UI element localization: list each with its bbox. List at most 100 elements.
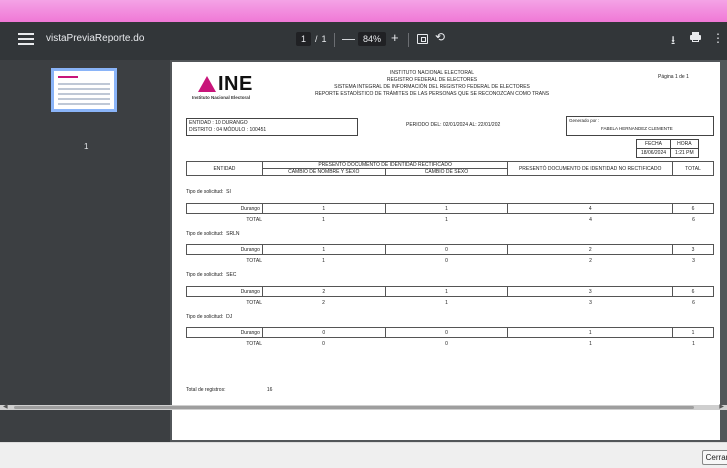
col-total: TOTAL (672, 161, 714, 176)
pdf-viewer: vistaPreviaReporte.do 1 / 1 — 84% + ⟲ ⭳ … (0, 22, 727, 442)
tipo-label: Tipo de solicitud: (186, 231, 224, 237)
menu-icon[interactable] (18, 33, 34, 47)
tipo-label: Tipo de solicitud: (186, 314, 224, 320)
total-registros: Total de registros: 16 (186, 387, 272, 393)
periodo-al: AL: (469, 122, 477, 128)
toolbar-divider (408, 33, 409, 47)
page-number-label: Página 1 de 1 (658, 74, 689, 80)
total-cambio-sexo: 0 (445, 341, 448, 347)
total-total: 1 (692, 341, 695, 347)
horizontal-scrollbar[interactable]: ◀ ▶ (0, 403, 727, 410)
generado-label: Generado por : (569, 118, 600, 123)
thumb-line (58, 76, 78, 78)
col-cambio-sexo: CAMBIO DE SEXO (384, 168, 509, 176)
cell-cambio-nombre: 1 (261, 203, 386, 214)
total-row: TOTAL 1 0 2 3 (186, 258, 714, 264)
total-row: TOTAL 0 0 1 1 (186, 341, 714, 347)
cell-cambio-sexo: 1 (384, 203, 509, 214)
cell-cambio-nombre: 1 (261, 244, 386, 255)
scroll-left-icon[interactable]: ◀ (3, 403, 8, 410)
cell-cambio-nombre: 0 (261, 327, 386, 338)
total-cambio-nombre: 2 (322, 300, 325, 306)
total-row: TOTAL 1 1 4 6 (186, 217, 714, 223)
tipo-solicitud: Tipo de solicitud: SRLN (186, 231, 239, 237)
thumbnail-page-number: 1 (84, 142, 89, 151)
cell-cambio-nombre: 2 (261, 286, 386, 297)
fit-page-icon[interactable] (417, 34, 428, 44)
generado-name: FABELA HERNANDEZ CLEMENTE (601, 126, 673, 131)
total-no-rectificado: 2 (589, 258, 592, 264)
col-no-rectificado: PRESENTÓ DOCUMENTO DE IDENTIDAD NO RECTI… (507, 161, 674, 176)
print-icon[interactable] (690, 32, 701, 42)
thumbnail-sidebar: 1 (0, 60, 170, 442)
report-header: INSTITUTO NACIONAL ELECTORAL REGISTRO FE… (282, 70, 582, 98)
cell-cambio-sexo: 1 (384, 286, 509, 297)
table-row: Durango 2 1 3 6 (186, 286, 714, 297)
zoom-in-button[interactable]: + (391, 30, 399, 45)
page-separator: / (315, 34, 318, 44)
tipo-value: SRLN (226, 231, 240, 237)
thumb-line (58, 103, 110, 105)
total-cambio-sexo: 1 (445, 217, 448, 223)
report-table-header: ENTIDAD PRESENTÓ DOCUMENTO DE IDENTIDAD … (186, 161, 714, 176)
periodo-label: PERIODO DEL: (406, 122, 442, 128)
header-line: REPORTE ESTADÍSTICO DE TRÁMITES DE LAS P… (314, 91, 550, 97)
tipo-value: DJ (226, 314, 233, 320)
total-cambio-nombre: 0 (322, 341, 325, 347)
total-pages: 1 (321, 34, 327, 44)
pdf-toolbar: vistaPreviaReporte.do 1 / 1 — 84% + ⟲ ⭳ … (0, 22, 727, 60)
ine-logo: INE Instituto Nacional Electoral (192, 73, 262, 102)
total-no-rectificado: 3 (589, 300, 592, 306)
entidad-line: ENTIDAD : 10 DURANGO (189, 120, 248, 126)
more-options-icon[interactable]: ⋮ (712, 31, 724, 45)
total-no-rectificado: 1 (589, 341, 592, 347)
cell-no-rectificado: 1 (507, 327, 674, 338)
report-page: INE Instituto Nacional Electoral INSTITU… (172, 62, 720, 440)
periodo-from: 02/01/2024 (442, 122, 468, 128)
scroll-right-icon[interactable]: ▶ (719, 403, 724, 410)
thumb-line (58, 98, 110, 100)
cell-total: 6 (672, 203, 714, 214)
hora-value: 1:21 PM (670, 148, 699, 158)
tipo-solicitud: Tipo de solicitud: DJ (186, 314, 232, 320)
ine-logo-icon (198, 76, 216, 92)
table-row: Durango 0 0 1 1 (186, 327, 714, 338)
zoom-out-button[interactable]: — (342, 31, 355, 46)
total-no-rectificado: 4 (589, 217, 592, 223)
page-indicator: 1 / 1 (296, 32, 327, 46)
cell-cambio-sexo: 0 (384, 327, 509, 338)
cell-no-rectificado: 4 (507, 203, 674, 214)
close-button[interactable]: Cerrar (702, 450, 727, 465)
current-page-input[interactable]: 1 (296, 32, 312, 46)
thumb-line (58, 93, 110, 95)
entidad-box: ENTIDAD : 10 DURANGO DISTRITO : 04 MÓDUL… (186, 118, 358, 136)
thumb-line (58, 88, 110, 90)
cell-entidad: Durango (186, 203, 263, 214)
page-thumbnail[interactable] (51, 68, 117, 112)
total-label: TOTAL (246, 258, 262, 264)
total-registros-label: Total de registros: (186, 387, 226, 393)
total-label: TOTAL (246, 300, 262, 306)
cell-total: 6 (672, 286, 714, 297)
total-row: TOTAL 2 1 3 6 (186, 300, 714, 306)
header-line: REGISTRO FEDERAL DE ELECTORES (386, 77, 478, 83)
tipo-value: SEC (226, 272, 237, 278)
tipo-solicitud: Tipo de solicitud: SI (186, 189, 231, 195)
logo-word: INE (218, 73, 253, 95)
cell-entidad: Durango (186, 244, 263, 255)
periodo: PERIODO DEL: 02/01/2024 AL: 22/01/202 (406, 122, 500, 128)
col-group-rectificado: PRESENTÓ DOCUMENTO DE IDENTIDAD RECTIFIC… (261, 161, 509, 169)
dialog-footer: Cerrar (0, 442, 727, 468)
scrollbar-thumb[interactable] (14, 406, 694, 409)
zoom-level-input[interactable]: 84% (358, 32, 387, 46)
toolbar-divider (334, 33, 335, 47)
rotate-icon[interactable]: ⟲ (435, 30, 445, 44)
total-label: TOTAL (246, 341, 262, 347)
fecha-hora-table: FECHA HORA 18/06/2024 1:21 PM (635, 139, 699, 158)
total-registros-value: 16 (266, 387, 273, 393)
table-row: Durango 1 1 4 6 (186, 203, 714, 214)
cell-total: 1 (672, 327, 714, 338)
total-total: 3 (692, 258, 695, 264)
cell-entidad: Durango (186, 327, 263, 338)
download-icon[interactable]: ⭳ (671, 31, 675, 52)
